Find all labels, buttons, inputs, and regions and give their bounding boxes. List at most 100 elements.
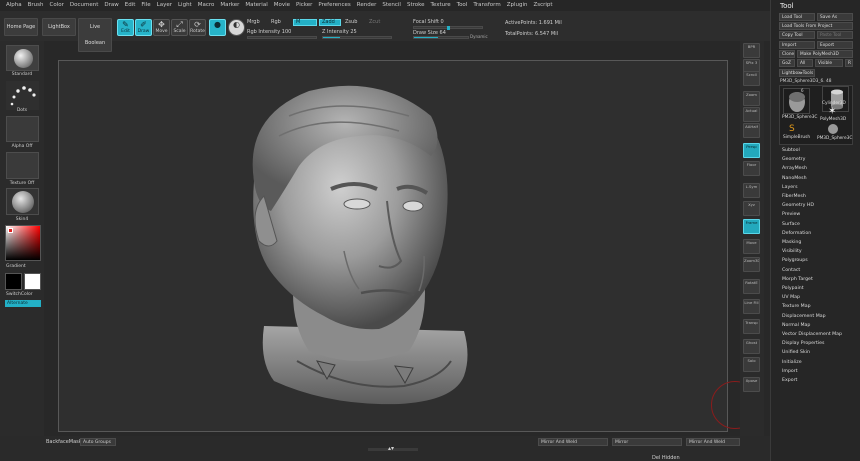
subpalette-import[interactable]: Import [782, 369, 798, 374]
menu-transform[interactable]: Transform [473, 0, 500, 11]
subpalette-display-properties[interactable]: Display Properties [782, 341, 824, 346]
del-hidden-button[interactable]: Del Hidden [652, 455, 680, 461]
subpalette-geometry[interactable]: Geometry [782, 157, 805, 162]
shelf-zoom3d[interactable]: Zoom3D [743, 257, 760, 272]
zadd-toggle[interactable]: Zadd [319, 19, 341, 26]
subpalette-geometry-hd[interactable]: Geometry HD [782, 203, 814, 208]
paste-tool-button[interactable]: Paste Tool [817, 31, 853, 39]
shelf-line-fill[interactable]: Line Fill [743, 299, 760, 314]
canvas-viewport[interactable] [58, 60, 759, 432]
menu-alpha[interactable]: Alpha [6, 0, 22, 11]
shelf-frame[interactable]: Frame [743, 219, 760, 234]
subpalette-export[interactable]: Export [782, 378, 797, 383]
menu-render[interactable]: Render [357, 0, 377, 11]
shelf-solo[interactable]: Solo [743, 357, 760, 372]
menu-stencil[interactable]: Stencil [382, 0, 401, 11]
zsub-toggle[interactable]: Zsub [345, 19, 357, 25]
menu-material[interactable]: Material [245, 0, 267, 11]
shelf-aahalf[interactable]: AAHalf [743, 123, 760, 138]
shelf-scroll[interactable]: Scroll [743, 71, 760, 86]
lightbox-tools-button[interactable]: Lightbox▸Tools [779, 69, 815, 77]
menu-texture[interactable]: Texture [431, 0, 451, 11]
copy-tool-button[interactable]: Copy Tool [779, 31, 815, 39]
lightbox-button[interactable]: LightBox [42, 18, 76, 36]
menu-file[interactable]: File [141, 0, 150, 11]
stroke-selector[interactable] [6, 81, 39, 110]
subpalette-masking[interactable]: Masking [782, 240, 801, 245]
menu-zscript[interactable]: Zscript [533, 0, 552, 11]
shelf-ghost[interactable]: Ghost [743, 339, 760, 354]
m-toggle[interactable]: M [293, 19, 317, 26]
subpalette-morph-target[interactable]: Morph Target [782, 277, 813, 282]
secondary-color-swatch[interactable] [5, 273, 22, 290]
subpalette-uv-map[interactable]: UV Map [782, 295, 800, 300]
clone-button[interactable]: Clone [779, 50, 795, 58]
shelf-l-sym[interactable]: L.Sym [743, 183, 760, 198]
backface-mask-toggle[interactable]: BackfaceMask [46, 439, 82, 445]
subpalette-layers[interactable]: Layers [782, 185, 798, 190]
subpalette-deformation[interactable]: Deformation [782, 231, 811, 236]
subpalette-vector-displacement-map[interactable]: Vector Displacement Map [782, 332, 842, 337]
menu-picker[interactable]: Picker [296, 0, 312, 11]
menu-movie[interactable]: Movie [274, 0, 290, 11]
focal-shift-slider[interactable] [413, 26, 483, 30]
auto-groups-button[interactable]: Auto Groups [80, 438, 116, 446]
subpalette-initialize[interactable]: Initialize [782, 360, 802, 365]
color-picker[interactable] [5, 225, 41, 261]
draw-size-slider[interactable] [413, 36, 469, 39]
menu-marker[interactable]: Marker [220, 0, 239, 11]
load-tool-button[interactable]: Load Tool [779, 13, 815, 21]
subpalette-polypaint[interactable]: Polypaint [782, 286, 804, 291]
export-button[interactable]: Export [817, 41, 853, 49]
make-polymesh3d-button[interactable]: Make PolyMesh3D [797, 50, 853, 58]
tray-toggle-icon[interactable]: ▴▾ [388, 445, 394, 452]
goz-all-button[interactable]: All [797, 59, 813, 67]
brush-selector[interactable] [6, 45, 39, 71]
z-intensity-label[interactable]: Z Intensity 25 [322, 29, 357, 35]
subpalette-texture-map[interactable]: Texture Map [782, 304, 811, 309]
goz-visible-button[interactable]: Visible [815, 59, 843, 67]
menu-preferences[interactable]: Preferences [318, 0, 350, 11]
menu-document[interactable]: Document [70, 0, 99, 11]
shelf-persp[interactable]: Persp [743, 143, 760, 158]
focal-shift-label[interactable]: Focal Shift 0 [413, 19, 444, 25]
subpalette-fibermesh[interactable]: FiberMesh [782, 194, 806, 199]
draw-mode-button[interactable]: ✐ Draw [135, 19, 152, 36]
shelf-transp[interactable]: Transp [743, 319, 760, 334]
subpalette-surface[interactable]: Surface [782, 222, 800, 227]
subpalette-displacement-map[interactable]: Displacement Map [782, 314, 826, 319]
subpalette-unified-skin[interactable]: Unified Skin [782, 350, 810, 355]
z-intensity-slider[interactable] [322, 36, 392, 39]
subpalette-nanomesh[interactable]: NanoMesh [782, 176, 807, 181]
subpalette-visibility[interactable]: Visibility [782, 249, 802, 254]
menu-tool[interactable]: Tool [457, 0, 468, 11]
goz-r-button[interactable]: R [845, 59, 853, 67]
mirror-and-weld-button[interactable]: Mirror And Weld [538, 438, 608, 446]
zcut-toggle[interactable]: Zcut [369, 19, 380, 25]
goz-button[interactable]: GoZ [779, 59, 795, 67]
shelf-xpose[interactable]: Xpose [743, 377, 760, 392]
alternate-button[interactable]: Alternate [5, 300, 41, 307]
menu-layer[interactable]: Layer [157, 0, 172, 11]
import-button[interactable]: Import [779, 41, 815, 49]
shelf-rotate[interactable]: RotatE [743, 279, 760, 294]
rgb-toggle[interactable]: Rgb [271, 19, 281, 25]
rgb-intensity-label[interactable]: Rgb Intensity 100 [247, 29, 291, 35]
menu-brush[interactable]: Brush [28, 0, 44, 11]
mirror-button[interactable]: Mirror [612, 438, 682, 446]
mrgb-toggle[interactable]: Mrgb [247, 19, 260, 25]
menu-stroke[interactable]: Stroke [407, 0, 425, 11]
current-tool-name[interactable]: PM3D_Sphere3D3_6. 48 [780, 79, 832, 84]
shelf-xyz[interactable]: Xyz [743, 201, 760, 216]
shelf-actual[interactable]: Actual [743, 107, 760, 122]
home-page-button[interactable]: Home Page [4, 18, 38, 36]
color-swatch-button[interactable]: ◐ [228, 19, 245, 36]
menu-draw[interactable]: Draw [104, 0, 118, 11]
texture-selector[interactable] [6, 152, 39, 179]
menu-light[interactable]: Light [178, 0, 192, 11]
menu-edit[interactable]: Edit [125, 0, 136, 11]
save-as-button[interactable]: Save As [817, 13, 853, 21]
menu-zplugin[interactable]: Zplugin [507, 0, 528, 11]
mirror-and-weld-button-2[interactable]: Mirror And Weld [686, 438, 740, 446]
load-tools-from-project-button[interactable]: Load Tools From Project [779, 22, 853, 30]
